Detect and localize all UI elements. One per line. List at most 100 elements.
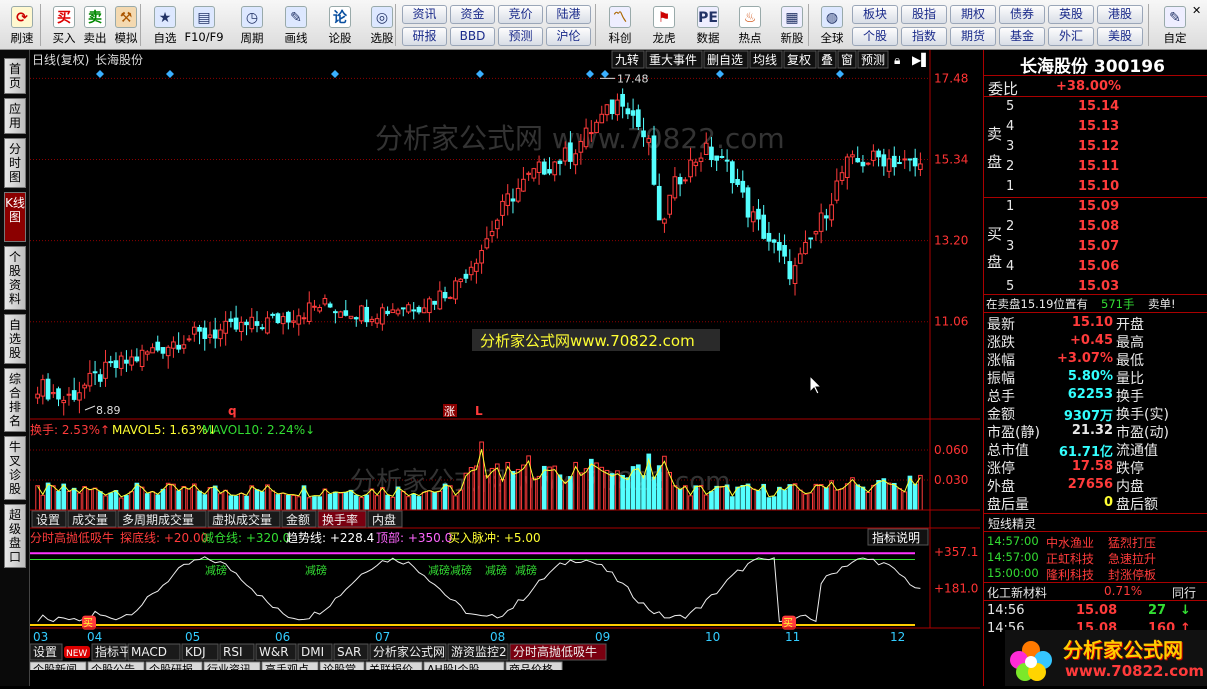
candle-body xyxy=(844,156,850,178)
toolbar-separator xyxy=(395,4,396,46)
toolbar-label: 数据 xyxy=(696,31,720,45)
toolbar-hot-button[interactable]: ♨ 热点 xyxy=(730,0,770,49)
toolbar-dragon-tiger-button[interactable]: ⚑ 龙虎 xyxy=(644,0,684,49)
month-label: 11 xyxy=(785,630,800,644)
market-button[interactable]: 期货 xyxy=(950,27,996,46)
buy-price[interactable]: 15.03 xyxy=(1078,279,1119,294)
market-button[interactable]: 外汇 xyxy=(1048,27,1094,46)
leftnav-item-6[interactable]: 综合排名 xyxy=(4,368,26,432)
sell-price[interactable]: 15.11 xyxy=(1078,159,1119,174)
quick-button[interactable]: 陆港 xyxy=(546,5,591,24)
leftnav-item-0[interactable]: 首页 xyxy=(4,58,26,94)
market-button[interactable]: 港股 xyxy=(1097,5,1143,24)
divider xyxy=(984,75,1207,76)
toolbar-clock-button[interactable]: ◷ 周期 xyxy=(232,0,272,49)
leftnav-item-5[interactable]: 自选股 xyxy=(4,314,26,364)
kline-chart[interactable]: 日线(复权) 长海股份 九转 重大事件 删自选 均线 复权叠窗预测 🔒︎ ▶▌ 17.48 15.3… xyxy=(29,50,980,677)
volume-bar xyxy=(61,483,67,511)
market-button[interactable]: 个股 xyxy=(852,27,898,46)
market-button[interactable]: 美股 xyxy=(1097,27,1143,46)
indicator-reduce-line: 减仓线: +320.0 xyxy=(202,531,290,545)
toolbar-globe-button[interactable]: ◍ 全球 xyxy=(812,0,852,49)
leftnav-item-8[interactable]: 超级盘口 xyxy=(4,504,26,568)
leftnav-item-4[interactable]: 个股资料 xyxy=(4,246,26,310)
toolbar-label: 画线 xyxy=(284,31,308,45)
sell-price[interactable]: 15.12 xyxy=(1078,139,1119,154)
candle-body xyxy=(118,355,124,369)
arrow-panel-icon[interactable]: ▶▌ xyxy=(912,52,930,67)
alert-stock[interactable]: 中水渔业 xyxy=(1046,534,1094,551)
buy-level: 1 xyxy=(1006,199,1015,214)
stat-label-2: 流通值 xyxy=(1116,443,1158,459)
candle-body xyxy=(202,327,208,339)
candle-body xyxy=(296,315,302,325)
market-button[interactable]: 英股 xyxy=(1048,5,1094,24)
buy-price[interactable]: 15.06 xyxy=(1078,259,1119,274)
indicator-floor-line: 探底线: +20.00 xyxy=(120,530,208,545)
candle-body xyxy=(468,266,474,276)
toolbar-discuss-button[interactable]: 论论股 xyxy=(320,0,360,49)
volume-bar xyxy=(207,487,213,511)
buy-price[interactable]: 15.09 xyxy=(1078,199,1119,214)
market-button[interactable]: 指数 xyxy=(901,27,947,46)
indicator-trend-line: 趋势线: +228.4 xyxy=(286,531,374,545)
market-button[interactable]: 板块 xyxy=(852,5,898,24)
candle-body xyxy=(400,307,406,310)
lock-icon[interactable]: 🔒︎ xyxy=(894,53,900,67)
toolbar-kechuang-button[interactable]: 〽科创 xyxy=(600,0,640,49)
sell-price[interactable]: 15.14 xyxy=(1078,99,1119,114)
toolbar-pen-button[interactable]: ✎ 画线 xyxy=(276,0,316,49)
toolbar-data-button[interactable]: PE 数据 xyxy=(688,0,728,49)
quick-button[interactable]: BBD xyxy=(450,27,495,46)
candle-body xyxy=(620,93,625,107)
toolbar-star-button[interactable]: ★ 自选 xyxy=(145,0,185,49)
toolbar-f10-button[interactable]: ▤ F10/F9 xyxy=(184,0,224,49)
toolbar-new-stock-button[interactable]: ▦ 新股 xyxy=(772,0,812,49)
market-button[interactable]: 债券 xyxy=(999,5,1045,24)
buy-price[interactable]: 15.08 xyxy=(1078,219,1119,234)
volume-bar xyxy=(421,491,427,511)
short-term-title[interactable]: 短线精灵 xyxy=(988,515,1036,532)
sell-price[interactable]: 15.13 xyxy=(1078,119,1119,134)
leftnav-item-7[interactable]: 牛叉诊股 xyxy=(4,436,26,500)
volume-bar xyxy=(380,487,385,511)
market-button[interactable]: 基金 xyxy=(999,27,1045,46)
toolbar-refresh-button[interactable]: ⟳ 刷速 xyxy=(2,0,42,49)
pen-icon: ✎ xyxy=(285,6,307,28)
market-button[interactable]: 股指 xyxy=(901,5,947,24)
quick-button[interactable]: 研报 xyxy=(402,27,447,46)
quick-button[interactable]: 资金 xyxy=(450,5,495,24)
candle-body xyxy=(233,317,239,330)
candle-body xyxy=(395,309,401,315)
sell-price[interactable]: 15.10 xyxy=(1078,179,1119,194)
leftnav-item-1[interactable]: 应用 xyxy=(4,98,26,134)
volume-bar xyxy=(703,494,709,511)
leftnav-item-2[interactable]: 分时图 xyxy=(4,138,26,188)
leftnav-item-3[interactable]: K线图 xyxy=(4,192,26,242)
quick-button[interactable]: 资讯 xyxy=(402,5,447,24)
volume-bar xyxy=(442,483,448,511)
window-close-icon[interactable]: ✕ xyxy=(1192,4,1205,17)
volume-bar xyxy=(834,489,840,511)
sector-name[interactable]: 化工新材料 xyxy=(987,584,1047,601)
alert-stock[interactable]: 隆利科技 xyxy=(1046,566,1094,583)
candle-body xyxy=(813,231,819,235)
volume-bar xyxy=(578,472,584,511)
candle-body xyxy=(588,132,594,135)
stat-label: 总手 xyxy=(987,389,1015,405)
alert-stock[interactable]: 正虹科技 xyxy=(1046,550,1094,567)
quick-button[interactable]: 竞价 xyxy=(498,5,543,24)
volume-bar xyxy=(625,477,631,511)
volume-bar xyxy=(176,490,181,511)
volume-bar xyxy=(583,468,589,511)
market-button[interactable]: 期权 xyxy=(950,5,996,24)
toolbar-custom-button[interactable]: ✎ 自定 xyxy=(1155,0,1195,49)
buy-price[interactable]: 15.07 xyxy=(1078,239,1119,254)
candle-body xyxy=(740,180,746,193)
volume-bar xyxy=(458,489,464,511)
peer-button[interactable]: 同行 xyxy=(1172,584,1196,601)
volume-bar xyxy=(306,497,312,511)
quick-button[interactable]: 沪伦 xyxy=(546,27,591,46)
quick-button[interactable]: 预测 xyxy=(498,27,543,46)
toolbar-select-stock-button[interactable]: ◎ 选股 xyxy=(362,0,402,49)
